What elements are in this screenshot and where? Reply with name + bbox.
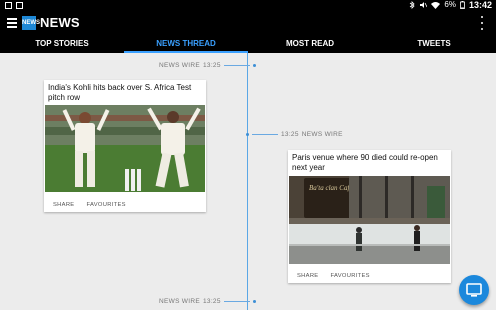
marker-dot <box>252 300 256 303</box>
marker-connector <box>223 301 250 302</box>
timeline-marker: NEWS WIRE 13:25 <box>159 298 256 305</box>
cricket-photo <box>45 105 205 192</box>
card-actions: SHARE FAVOURITES <box>53 202 126 208</box>
tab-most-read[interactable]: MOST READ <box>248 37 372 53</box>
tab-tweets[interactable]: TWEETS <box>372 37 496 53</box>
clock: 13:42 <box>468 0 492 10</box>
card-image[interactable]: Ba'ta clan Café <box>289 176 450 264</box>
floating-action-button[interactable] <box>459 275 489 305</box>
marker-time: 13:25 <box>281 131 299 138</box>
notification-icons <box>5 0 23 10</box>
app-bar: NEWS NEWS <box>0 10 496 37</box>
timeline-marker: NEWS WIRE 13:25 <box>159 62 256 69</box>
marker-connector <box>252 134 278 135</box>
tab-bar: TOP STORIES NEWS THREAD MOST READ TWEETS <box>0 37 496 53</box>
card-actions: SHARE FAVOURITES <box>297 273 370 279</box>
marker-source: NEWS WIRE <box>301 131 343 138</box>
hamburger-menu-icon[interactable] <box>7 18 17 29</box>
mute-icon <box>420 2 428 8</box>
bluetooth-icon <box>410 1 416 9</box>
news-card[interactable]: India's Kohli hits back over S. Africa T… <box>44 80 206 212</box>
tab-news-thread[interactable]: NEWS THREAD <box>124 37 248 53</box>
venue-sign-text: Ba'ta clan Café <box>309 184 353 192</box>
favourites-button[interactable]: FAVOURITES <box>86 202 125 208</box>
timeline-line <box>247 53 248 310</box>
system-icons: 6% 13:42 <box>409 0 492 10</box>
tab-top-stories[interactable]: TOP STORIES <box>0 37 124 53</box>
wifi-icon <box>431 2 441 9</box>
venue-photo: Ba'ta clan Café <box>289 176 450 264</box>
marker-connector <box>223 65 250 66</box>
marker-source: NEWS WIRE <box>159 298 200 305</box>
battery-icon <box>460 1 465 9</box>
battery-percent: 6% <box>444 0 456 9</box>
timeline-marker: 13:25 NEWS WIRE <box>246 131 343 138</box>
marker-time: 13:25 <box>202 298 221 305</box>
overflow-menu-icon[interactable] <box>480 16 483 30</box>
news-card[interactable]: Paris venue where 90 died could re-open … <box>288 150 451 283</box>
notification-icon <box>5 1 12 9</box>
card-image[interactable] <box>45 105 205 192</box>
card-title[interactable]: Paris venue where 90 died could re-open … <box>292 153 445 173</box>
marker-dot <box>252 64 256 67</box>
marker-time: 13:25 <box>202 62 221 69</box>
screen-icon <box>466 283 482 297</box>
app-title: NEWS <box>40 15 80 30</box>
app-logo: NEWS <box>22 16 40 30</box>
marker-source: NEWS WIRE <box>159 62 200 69</box>
card-title[interactable]: India's Kohli hits back over S. Africa T… <box>48 83 200 103</box>
share-button[interactable]: SHARE <box>297 273 318 279</box>
status-bar: 6% 13:42 <box>0 0 496 10</box>
notification-icon <box>16 1 23 9</box>
share-button[interactable]: SHARE <box>53 202 74 208</box>
marker-dot <box>246 133 249 136</box>
favourites-button[interactable]: FAVOURITES <box>330 273 369 279</box>
